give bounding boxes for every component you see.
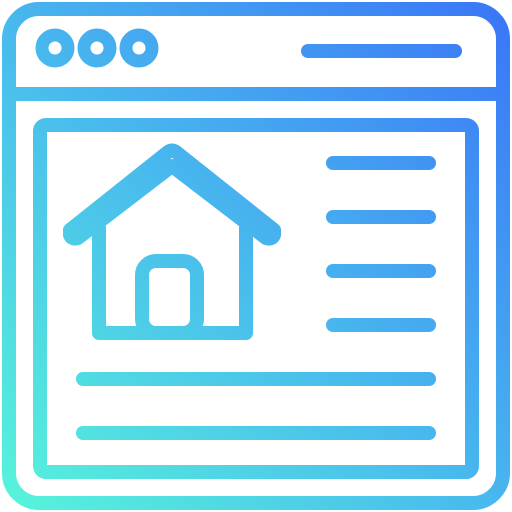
homepage-browser-icon [0,0,512,512]
window-dot-2 [77,28,117,68]
window-controls [35,28,159,68]
house-door [135,254,204,340]
content-lines [76,156,436,440]
house-walls [92,221,253,340]
icon-canvas [2,2,510,510]
window-dot-3 [119,28,159,68]
house-icon [63,143,281,340]
window-dot-1 [35,28,75,68]
